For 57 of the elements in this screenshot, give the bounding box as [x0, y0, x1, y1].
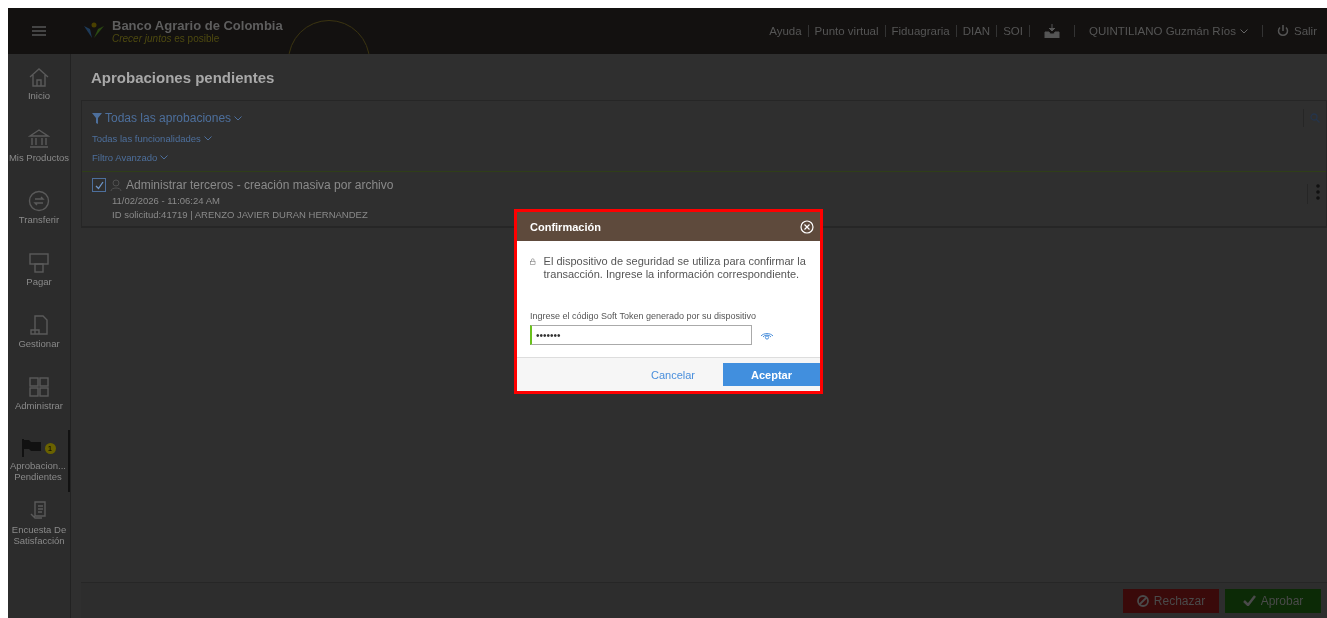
sidebar-item[interactable]: Pagar	[8, 244, 70, 306]
field-label: Ingrese el código Soft Token generado por su dispositivo	[530, 311, 757, 321]
bank-name: Banco Agrario de Colombia	[112, 18, 283, 33]
grid-icon	[28, 376, 50, 398]
token-field[interactable]: •••••••	[530, 325, 752, 345]
close-button[interactable]	[800, 219, 814, 234]
power-icon	[1277, 25, 1289, 37]
checkbox[interactable]	[92, 178, 106, 192]
cancel-button[interactable]: Cancelar	[623, 363, 723, 386]
header-link[interactable]: Ayuda	[763, 25, 809, 37]
bank-icon	[28, 128, 50, 150]
chevron-down-icon	[160, 155, 169, 160]
lock-icon	[530, 255, 536, 268]
sidebar-item[interactable]: Transferir	[8, 182, 70, 244]
checkmark-icon	[94, 180, 104, 190]
header-link[interactable]: Punto virtual	[808, 25, 886, 37]
user-menu[interactable]: QUINTILIANO Guzmán Ríos	[1074, 25, 1263, 37]
header-link[interactable]: DIAN	[956, 25, 998, 37]
transfer-icon	[28, 190, 50, 212]
filter-icon	[92, 112, 102, 124]
logout-button[interactable]: Salir	[1277, 25, 1317, 37]
functionality-filter[interactable]: Todas las funcionalidades	[92, 133, 1316, 144]
approvals-filter[interactable]: Todas las aprobaciones	[92, 111, 1316, 125]
approval-date: 11/02/2026 - 11:06:24 AM	[111, 195, 221, 206]
block-icon	[1136, 594, 1149, 607]
chevron-down-icon	[203, 136, 212, 141]
count-badge: 1	[44, 442, 56, 454]
sidebar-item[interactable]: Mis Productos	[8, 120, 70, 182]
approval-title[interactable]: Administrar terceros - creación masiva por archivo	[126, 178, 394, 192]
close-icon	[800, 219, 814, 234]
sidebar-item[interactable]: Encuesta De Satisfacción	[8, 492, 70, 554]
download-tray-icon[interactable]	[1044, 24, 1060, 38]
document-icon	[28, 314, 50, 336]
home-icon	[28, 66, 50, 88]
accept-button[interactable]: Aceptar	[723, 363, 820, 386]
sidebar-item[interactable]: 1 Aprobacion... Pendientes	[8, 430, 70, 492]
payment-terminal-icon	[28, 252, 50, 274]
reject-button[interactable]: Rechazar	[1123, 588, 1219, 613]
dialog-message: El dispositivo de seguridad se utiliza para confirmar la transacción. Ingrese la información correspondiente.	[543, 255, 806, 281]
header-link[interactable]: SOI	[997, 25, 1030, 37]
eye-icon[interactable]	[760, 330, 774, 340]
person-icon	[110, 179, 122, 191]
chevron-down-icon	[1240, 28, 1248, 34]
header-link[interactable]: Fiduagraria	[885, 25, 957, 37]
advanced-filter[interactable]: Filtro Avanzado	[92, 152, 1316, 163]
approve-button[interactable]: Aprobar	[1225, 588, 1321, 613]
sidebar-item[interactable]: Inicio	[8, 58, 70, 120]
dialog-title: Confirmación	[530, 220, 601, 233]
logo-icon	[82, 22, 106, 40]
page-title: Aprobaciones pendientes	[90, 67, 276, 88]
chevron-down-icon	[234, 115, 243, 121]
sidebar-item[interactable]: Administrar	[8, 368, 70, 430]
approval-detail: ID solicitud:41719 | ARENZO JAVIER DURAN HERNANDEZ	[111, 209, 369, 220]
check-icon	[1242, 595, 1256, 606]
flag-icon	[20, 438, 43, 458]
sidebar-item[interactable]: Gestionar	[8, 306, 70, 368]
menu-icon[interactable]	[32, 26, 46, 36]
